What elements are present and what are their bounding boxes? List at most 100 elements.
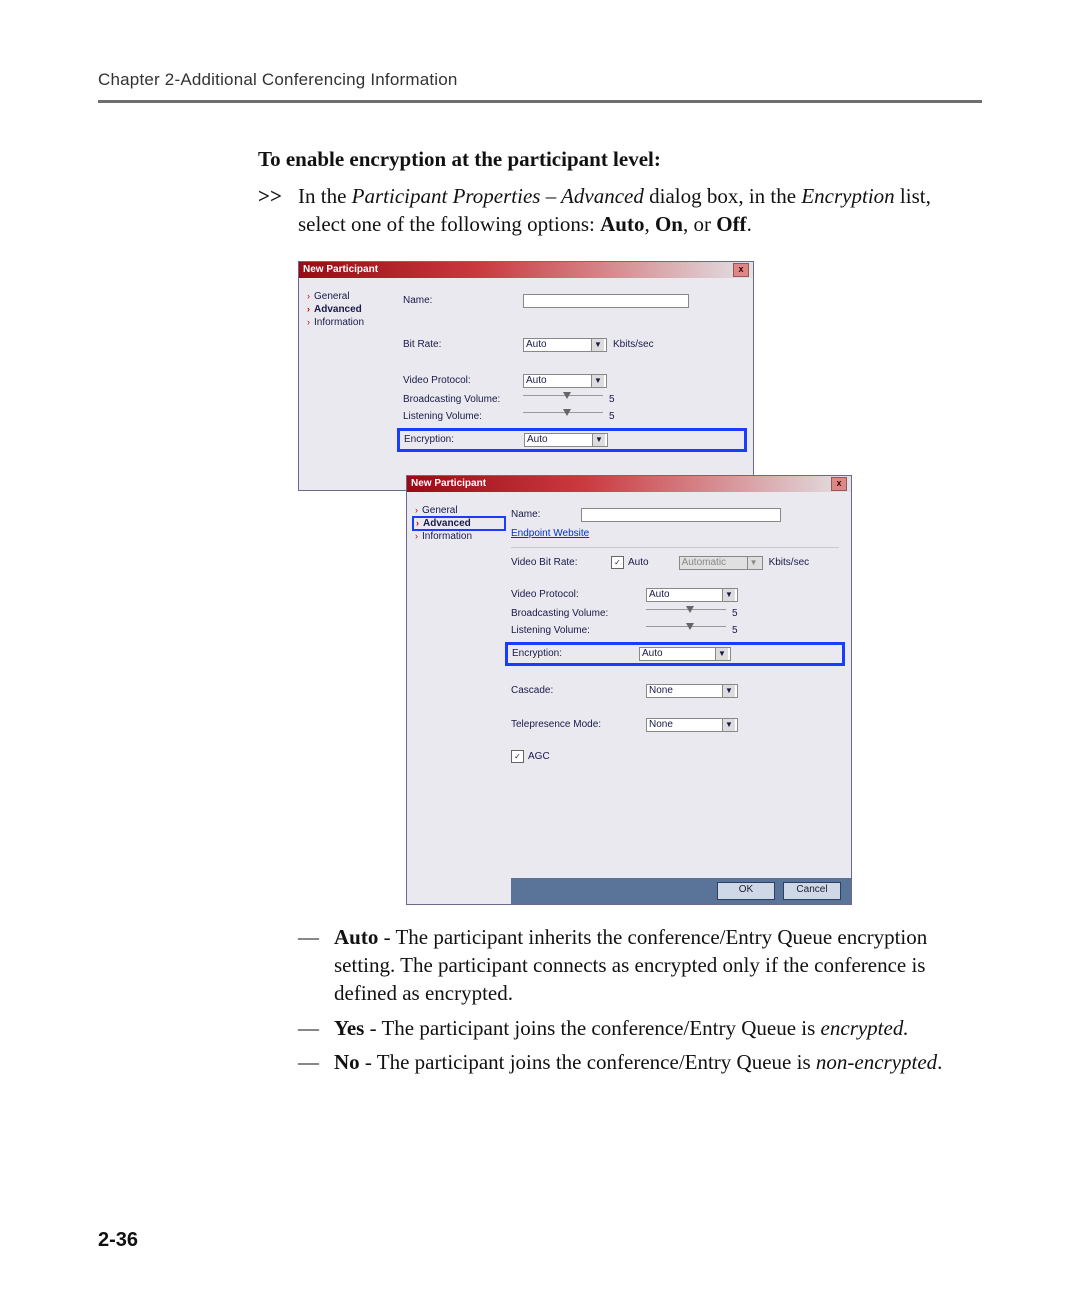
bitrate-select[interactable]: Auto ▼ (523, 338, 607, 352)
sidebar-label: Information (422, 531, 472, 542)
select-value: None (649, 719, 673, 730)
sidebar-item-information[interactable]: › Information (307, 316, 395, 329)
dash-icon: — (298, 1048, 334, 1076)
name-label: Name: (403, 295, 523, 306)
broadcasting-volume-slider[interactable] (646, 609, 726, 618)
chevron-icon: › (307, 305, 310, 314)
chevron-icon: › (307, 318, 310, 327)
button-bar: OK Cancel (511, 878, 851, 904)
agc-label: AGC (528, 751, 550, 762)
t: - The participant inherits the conferenc… (334, 925, 927, 1006)
dash-icon: — (298, 923, 334, 1008)
auto-checkbox-label: Auto (628, 557, 649, 568)
name-input[interactable] (523, 294, 689, 308)
video-protocol-label: Video Protocol: (511, 589, 646, 600)
encryption-label: Encryption: (512, 648, 639, 659)
chevron-icon: › (307, 292, 310, 301)
name-label: Name: (511, 509, 581, 520)
dash-icon: — (298, 1014, 334, 1042)
telepresence-label: Telepresence Mode: (511, 719, 646, 730)
t: dialog box, in the (644, 184, 801, 208)
sidebar-label: Advanced (314, 304, 362, 315)
ok-button[interactable]: OK (717, 882, 775, 900)
sidebar-label: General (422, 505, 458, 516)
opt-auto: Auto (600, 212, 644, 236)
select-value: Automatic (682, 557, 726, 568)
t: - The participant joins the conference/E… (364, 1016, 820, 1040)
bitrate-label: Bit Rate: (403, 339, 523, 350)
chevron-down-icon: ▼ (747, 557, 760, 569)
listening-volume-label: Listening Volume: (403, 411, 523, 422)
video-protocol-select[interactable]: Auto ▼ (646, 588, 738, 602)
select-value: Auto (527, 434, 548, 445)
option-auto: — Auto - The participant inherits the co… (298, 923, 962, 1008)
sidebar-item-general[interactable]: ›General (307, 290, 395, 303)
b: Auto (334, 925, 378, 949)
option-yes: — Yes - The participant joins the confer… (298, 1014, 962, 1042)
dialog-new-participant-front: New Participant x ›General ›Advanced ›In… (406, 475, 852, 905)
t: In the (298, 184, 352, 208)
sidebar-label: Information (314, 317, 364, 328)
t: , or (683, 212, 716, 236)
header-rule (98, 100, 982, 103)
encryption-select[interactable]: Auto▼ (524, 433, 608, 447)
encryption-highlight: Encryption: Auto▼ (397, 428, 747, 452)
broadcasting-volume-label: Broadcasting Volume: (403, 394, 523, 405)
chevron-icon: › (416, 519, 419, 528)
listening-volume-value: 5 (732, 625, 738, 636)
listening-volume-slider[interactable] (646, 626, 726, 635)
broadcasting-volume-label: Broadcasting Volume: (511, 608, 646, 619)
i: encrypted. (821, 1016, 909, 1040)
titlebar: New Participant x (299, 262, 753, 278)
screenshot-stack: New Participant x ›General ›Advanced ›In… (298, 261, 962, 911)
t: , (644, 212, 655, 236)
chevron-down-icon: ▼ (722, 589, 735, 601)
select-value: Auto (526, 339, 547, 350)
sidebar: ›General ›Advanced ›Information (407, 492, 511, 904)
cancel-button[interactable]: Cancel (783, 882, 841, 900)
b: Yes (334, 1016, 364, 1040)
select-value: Auto (642, 648, 663, 659)
listening-volume-slider[interactable] (523, 412, 603, 421)
name-input[interactable] (581, 508, 781, 522)
chevron-down-icon: ▼ (591, 339, 604, 351)
chevron-icon: › (415, 532, 418, 541)
encryption-highlight: Encryption: Auto ▼ (505, 642, 845, 666)
bitrate-unit: Kbits/sec (613, 339, 654, 350)
step-marker: >> (258, 182, 298, 239)
video-bitrate-unit: Kbits/sec (769, 557, 810, 568)
video-bitrate-label: Video Bit Rate: (511, 557, 611, 568)
encryption-select[interactable]: Auto ▼ (639, 647, 731, 661)
chevron-down-icon: ▼ (722, 719, 735, 731)
step: >> In the Participant Properties – Advan… (258, 182, 962, 239)
agc-checkbox[interactable]: ✓ (511, 750, 524, 763)
auto-checkbox[interactable]: ✓ (611, 556, 624, 569)
listening-volume-label: Listening Volume: (511, 625, 646, 636)
option-no: — No - The participant joins the confere… (298, 1048, 962, 1076)
select-value: Auto (526, 375, 547, 386)
cascade-label: Cascade: (511, 685, 646, 696)
sidebar-item-information[interactable]: › Information (415, 530, 503, 543)
dialog-new-participant-back: New Participant x ›General › Advanced › In… (298, 261, 754, 491)
list-name: Encryption (801, 184, 894, 208)
chevron-down-icon: ▼ (591, 375, 604, 387)
opt-off: Off (716, 212, 746, 236)
cascade-select[interactable]: None ▼ (646, 684, 738, 698)
endpoint-website-link[interactable]: Endpoint Website (511, 528, 589, 539)
close-icon[interactable]: x (831, 477, 847, 491)
close-icon[interactable]: x (733, 263, 749, 277)
chevron-down-icon: ▼ (722, 685, 735, 697)
broadcasting-volume-slider[interactable] (523, 395, 603, 404)
dialog-title: New Participant (303, 264, 378, 275)
select-value: Auto (649, 589, 670, 600)
sidebar-item-advanced[interactable]: › Advanced (307, 303, 395, 316)
running-header: Chapter 2-Additional Conferencing Inform… (98, 70, 982, 90)
dialog-name: Participant Properties – Advanced (352, 184, 644, 208)
telepresence-select[interactable]: None ▼ (646, 718, 738, 732)
sidebar-item-advanced[interactable]: ›Advanced (412, 516, 506, 531)
video-protocol-select[interactable]: Auto ▼ (523, 374, 607, 388)
video-bitrate-select[interactable]: Automatic ▼ (679, 556, 763, 570)
divider (511, 547, 839, 548)
chevron-down-icon: ▼ (715, 648, 728, 660)
select-value: None (649, 685, 673, 696)
